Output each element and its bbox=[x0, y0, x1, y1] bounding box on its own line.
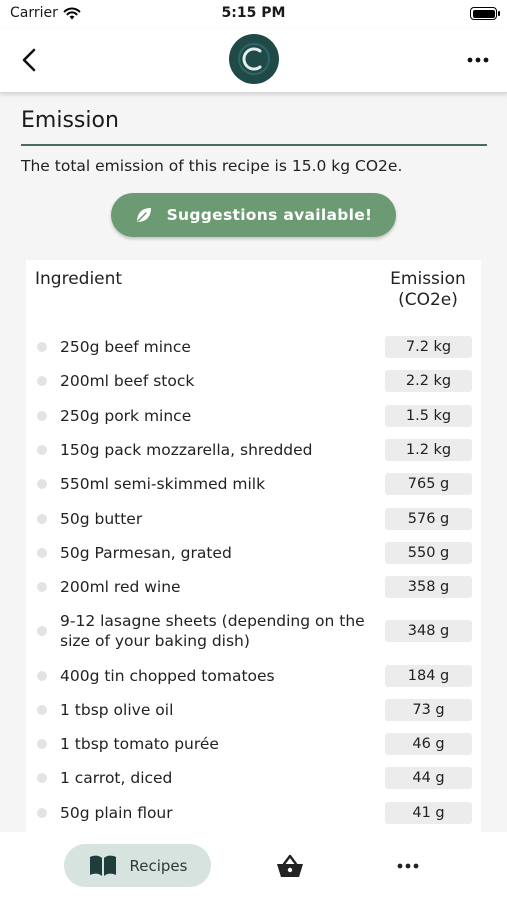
leaf-icon bbox=[136, 208, 151, 222]
app-logo-icon bbox=[229, 34, 279, 84]
row-bullet bbox=[37, 704, 47, 715]
suggestions-button-label: Suggestions available! bbox=[166, 206, 373, 224]
battery-icon bbox=[470, 7, 500, 20]
ingredient-name: 200ml beef stock bbox=[60, 372, 195, 391]
nav-bar bbox=[0, 28, 507, 93]
ingredient-name: 50g butter bbox=[60, 509, 143, 528]
ingredient-name: 250g pork mince bbox=[60, 406, 192, 425]
emission-value: 41 g bbox=[385, 801, 472, 824]
table-row: 1 tbsp tomato purée 46 g bbox=[26, 727, 481, 761]
emission-value: 550 g bbox=[385, 541, 472, 564]
ingredient-name: 400g tin chopped tomatoes bbox=[60, 666, 275, 685]
table-row: 150g pack mozzarella, shredded 1.2 kg bbox=[26, 433, 481, 467]
emission-value: 184 g bbox=[385, 664, 472, 687]
table-row: 250g pork mince 1.5 kg bbox=[26, 399, 481, 433]
table-row: 400g tin chopped tomatoes 184 g bbox=[26, 658, 481, 692]
tab-more[interactable] bbox=[390, 850, 426, 882]
ingredient-name: 250g beef mince bbox=[60, 338, 191, 357]
emission-header-line2: (CO2e) bbox=[398, 290, 458, 310]
tab-recipes[interactable]: Recipes bbox=[64, 844, 211, 887]
row-bullet bbox=[37, 479, 47, 490]
tab-bar: Recipes bbox=[0, 832, 507, 900]
table-row: 200ml beef stock 2.2 kg bbox=[26, 364, 481, 398]
table-row: 50g plain flour 41 g bbox=[26, 796, 481, 830]
row-bullet bbox=[37, 342, 47, 353]
basket-icon bbox=[277, 854, 303, 877]
emission-value: 358 g bbox=[385, 576, 472, 599]
clock: 5:15 PM bbox=[221, 5, 286, 21]
status-bar: Carrier 5:15 PM bbox=[0, 0, 507, 28]
table-row: 50g Parmesan, grated 550 g bbox=[26, 536, 481, 570]
ingredient-name: 50g Parmesan, grated bbox=[60, 543, 232, 562]
emission-value: 765 g bbox=[385, 473, 472, 496]
table-row: 250g beef mince 7.2 kg bbox=[26, 330, 481, 364]
row-bullet bbox=[37, 445, 47, 456]
row-bullet bbox=[37, 513, 47, 524]
ingredient-name: 550ml semi-skimmed milk bbox=[60, 475, 266, 494]
table-row: 200ml red wine 358 g bbox=[26, 570, 481, 604]
row-bullet bbox=[37, 376, 47, 387]
emission-value: 44 g bbox=[385, 767, 472, 790]
ingredient-name: 1 carrot, diced bbox=[60, 769, 173, 788]
more-horizontal-icon bbox=[397, 863, 419, 869]
row-bullet bbox=[37, 807, 47, 818]
ingredient-emission-table: Ingredient Emission (CO2e) 250g beef min… bbox=[26, 260, 481, 832]
table-row: 9-12 lasagne sheets (depending on the si… bbox=[26, 604, 481, 658]
ingredient-name: 1 tbsp tomato purée bbox=[60, 735, 219, 754]
emission-value: 46 g bbox=[385, 733, 472, 756]
ingredient-column-header: Ingredient bbox=[35, 269, 123, 289]
section-divider bbox=[21, 144, 487, 146]
table-row: 50g butter 576 g bbox=[26, 502, 481, 536]
row-bullet bbox=[37, 410, 47, 421]
tab-recipes-label: Recipes bbox=[129, 856, 188, 875]
emission-header-line1: Emission bbox=[390, 269, 466, 289]
ingredient-name: 150g pack mozzarella, shredded bbox=[60, 441, 313, 460]
more-menu-button[interactable] bbox=[465, 48, 491, 72]
row-bullet bbox=[37, 547, 47, 558]
suggestions-button[interactable]: Suggestions available! bbox=[111, 193, 396, 237]
table-row: 1 tbsp olive oil 73 g bbox=[26, 693, 481, 727]
ingredient-name: 1 tbsp olive oil bbox=[60, 700, 174, 719]
emission-value: 1.5 kg bbox=[385, 404, 472, 427]
row-bullet bbox=[37, 626, 47, 637]
row-bullet bbox=[37, 773, 47, 784]
ingredient-name: 200ml red wine bbox=[60, 578, 181, 597]
row-bullet bbox=[37, 582, 47, 593]
emission-value: 1.2 kg bbox=[385, 439, 472, 462]
emission-value: 7.2 kg bbox=[385, 336, 472, 359]
more-horizontal-icon bbox=[467, 57, 489, 63]
book-open-icon bbox=[89, 855, 116, 876]
total-emission-text: The total emission of this recipe is 15.… bbox=[21, 157, 403, 175]
ingredient-name: 9-12 lasagne sheets (depending on the si… bbox=[60, 612, 365, 651]
back-button[interactable] bbox=[18, 45, 40, 75]
ingredient-name: 50g plain flour bbox=[60, 803, 173, 822]
row-bullet bbox=[37, 739, 47, 750]
chevron-left-icon bbox=[22, 48, 36, 72]
emission-screen[interactable]: Emission The total emission of this reci… bbox=[0, 94, 507, 832]
table-row: 550ml semi-skimmed milk 765 g bbox=[26, 467, 481, 501]
emission-column-header: Emission (CO2e) bbox=[383, 269, 473, 311]
table-row: 1 carrot, diced 44 g bbox=[26, 761, 481, 795]
section-title: Emission bbox=[21, 108, 119, 133]
tab-basket[interactable] bbox=[272, 850, 308, 882]
emission-value: 2.2 kg bbox=[385, 370, 472, 393]
emission-value: 348 g bbox=[385, 620, 472, 643]
row-bullet bbox=[37, 670, 47, 681]
emission-value: 73 g bbox=[385, 698, 472, 721]
emission-value: 576 g bbox=[385, 507, 472, 530]
